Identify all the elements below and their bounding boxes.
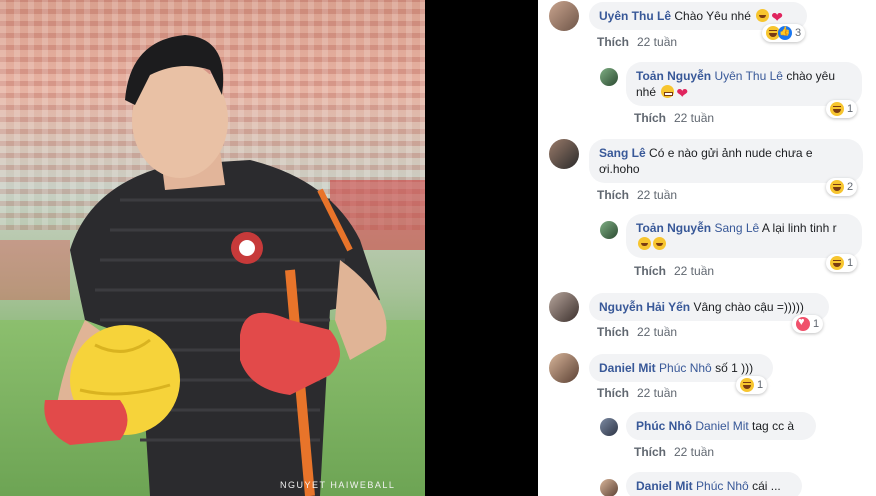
- timestamp[interactable]: 22 tuần: [674, 445, 714, 459]
- reaction-summary[interactable]: 1: [736, 376, 768, 394]
- comment-author[interactable]: Uyên Thu Lê: [599, 9, 671, 23]
- reaction-count: 1: [813, 318, 820, 330]
- comment-author[interactable]: Phúc Nhô: [636, 419, 692, 433]
- comment-bubble: Sang Lê Có e nào gửi ảnh nude chưa e ơi.…: [589, 139, 863, 183]
- comment-meta: Thích 22 tuần: [597, 386, 677, 400]
- avatar[interactable]: [600, 418, 618, 436]
- comment-text: chào yêu: [786, 69, 836, 83]
- comment-text: tag cc à: [752, 419, 795, 433]
- comment-meta: Thích 22 tuần: [597, 35, 677, 49]
- reaction-summary[interactable]: 2: [826, 178, 858, 196]
- avatar[interactable]: [600, 479, 618, 496]
- comment-text: số 1 ))): [715, 361, 754, 375]
- comment-text: cái ...: [752, 479, 781, 493]
- like-link[interactable]: Thích: [597, 386, 629, 400]
- avatar[interactable]: [549, 139, 579, 169]
- comment-author[interactable]: Toản Nguyễn: [636, 69, 711, 83]
- reaction-count: 2: [847, 181, 854, 193]
- comment-meta: Thích 22 tuần: [597, 188, 677, 202]
- comment-meta: Thích 22 tuần: [634, 111, 714, 125]
- like-link[interactable]: Thích: [597, 325, 629, 339]
- haha-reaction-icon: [830, 180, 844, 194]
- comment-meta: Thích 22 tuần: [597, 325, 677, 339]
- reaction-summary[interactable]: 3: [762, 24, 806, 42]
- mention-link[interactable]: Daniel Mit: [695, 419, 748, 433]
- mention-link[interactable]: Uyên Thu Lê: [714, 69, 783, 83]
- reaction-count: 1: [757, 379, 764, 391]
- timestamp[interactable]: 22 tuần: [637, 188, 677, 202]
- comment-author[interactable]: Daniel Mit: [636, 479, 693, 493]
- photo-watermark: NGUYET HAIWEBALL: [280, 480, 396, 490]
- reaction-summary[interactable]: 1: [792, 315, 824, 333]
- reaction-summary[interactable]: 1: [826, 254, 858, 272]
- avatar[interactable]: [549, 1, 579, 31]
- timestamp[interactable]: 22 tuần: [674, 264, 714, 278]
- avatar[interactable]: [549, 292, 579, 322]
- mention-link[interactable]: Sang Lê: [714, 221, 759, 235]
- like-link[interactable]: Thích: [597, 188, 629, 202]
- comment-bubble: Phúc Nhô Daniel Mit tag cc à: [626, 412, 816, 440]
- like-link[interactable]: Thích: [597, 35, 629, 49]
- comment-text: A lại linh tinh r: [761, 221, 837, 235]
- haha-reaction-icon: [830, 102, 844, 116]
- haha-reaction-icon: [740, 378, 754, 392]
- comment-bubble: Toản Nguyễn Sang Lê A lại linh tinh r: [626, 214, 862, 258]
- goalkeeper-figure: [44, 35, 387, 496]
- comment-text: Vâng chào cậu =))))): [693, 300, 804, 314]
- timestamp[interactable]: 22 tuần: [674, 111, 714, 125]
- like-reaction-icon: [778, 26, 792, 40]
- like-link[interactable]: Thích: [634, 445, 666, 459]
- like-link[interactable]: Thích: [634, 111, 666, 125]
- comments-panel: Uyên Thu Lê Chào Yêu nhé 3 Thích22 tuần …: [538, 0, 876, 496]
- comment-author[interactable]: Toản Nguyễn: [636, 221, 711, 235]
- comment-bubble: Toản Nguyễn Uyên Thu Lê chào yêu nhé: [626, 62, 862, 106]
- heart-emoji-icon: [676, 85, 688, 101]
- comment-text-cont: nhé: [636, 85, 657, 99]
- mention-link[interactable]: Phúc Nhô: [696, 479, 749, 493]
- comment-author[interactable]: Nguyễn Hải Yến: [599, 300, 690, 314]
- reaction-count: 1: [847, 257, 854, 269]
- reaction-summary[interactable]: 1: [826, 100, 858, 118]
- comment-text: Có e nào gửi ảnh nude chưa e: [649, 146, 813, 160]
- post-photo[interactable]: NGUYET HAIWEBALL: [0, 0, 425, 496]
- reaction-count: 3: [795, 27, 802, 39]
- like-link[interactable]: Thích: [634, 264, 666, 278]
- timestamp[interactable]: 22 tuần: [637, 325, 677, 339]
- comment-author[interactable]: Daniel Mit: [599, 361, 656, 375]
- comment-meta: Thích 22 tuần: [634, 264, 714, 278]
- comment-bubble: Daniel Mit Phúc Nhô cái ...: [626, 472, 802, 496]
- comment-meta: Thích 22 tuần: [634, 445, 714, 459]
- avatar[interactable]: [600, 221, 618, 239]
- comment-text: Chào Yêu nhé: [674, 9, 751, 23]
- heart-emoji-icon: [771, 9, 783, 25]
- timestamp[interactable]: 22 tuần: [637, 35, 677, 49]
- haha-reaction-icon: [830, 256, 844, 270]
- photo-divider: [425, 0, 538, 496]
- reaction-count: 1: [847, 103, 854, 115]
- comment-author[interactable]: Sang Lê: [599, 146, 646, 160]
- mention-link[interactable]: Phúc Nhô: [659, 361, 712, 375]
- avatar[interactable]: [549, 353, 579, 383]
- avatar[interactable]: [600, 68, 618, 86]
- grin-emoji-icon: [661, 85, 675, 98]
- love-reaction-icon: [796, 316, 810, 331]
- timestamp[interactable]: 22 tuần: [637, 386, 677, 400]
- laugh-emoji-icon: [756, 9, 770, 22]
- laugh-emoji-icon: [638, 237, 651, 250]
- comment-text-cont: ơi.hoho: [599, 162, 640, 176]
- comment-bubble: Nguyễn Hải Yến Vâng chào cậu =))))): [589, 293, 829, 321]
- laugh-emoji-icon: [653, 237, 666, 250]
